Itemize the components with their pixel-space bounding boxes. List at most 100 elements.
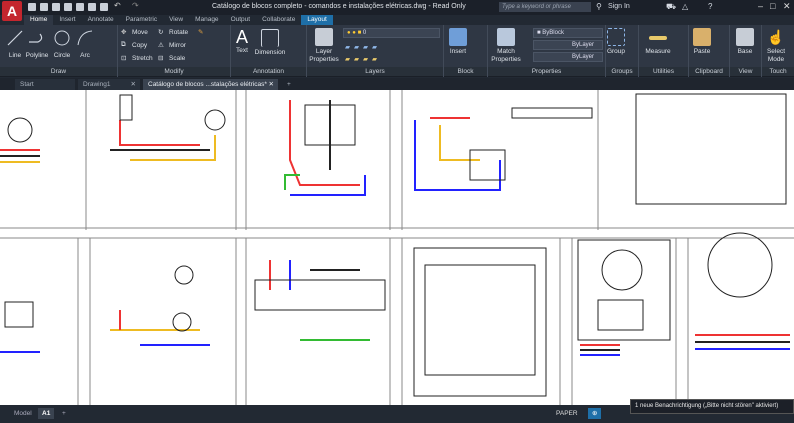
- block-panel-label[interactable]: Block: [444, 67, 487, 76]
- drawing-canvas[interactable]: [0, 90, 794, 405]
- open-icon[interactable]: [40, 3, 48, 11]
- doc-tab-start[interactable]: Start: [15, 79, 75, 90]
- autodesk-icon[interactable]: △: [682, 2, 688, 11]
- groups-panel: Group Groups: [606, 25, 639, 77]
- maximize-button[interactable]: □: [770, 1, 775, 11]
- help-icon[interactable]: ?: [708, 2, 712, 11]
- view-panel-label[interactable]: View: [730, 67, 761, 76]
- touch-panel-label[interactable]: Touch: [762, 67, 794, 76]
- dimension-button[interactable]: Dimension: [253, 29, 287, 57]
- new-icon[interactable]: [28, 3, 36, 11]
- layers-panel-label[interactable]: Layers: [307, 67, 443, 76]
- share-icon[interactable]: [76, 3, 84, 11]
- measure-button[interactable]: Measure: [643, 28, 673, 56]
- layer-properties-button[interactable]: Layer Properties: [309, 28, 339, 64]
- tab-collaborate[interactable]: Collaborate: [256, 15, 301, 25]
- ribbon-tabs: Home Insert Annotate Parametric View Man…: [24, 15, 333, 25]
- doc-tab-label: Catálogo de blocos ...stalações elétrica…: [148, 81, 267, 88]
- cart-icon[interactable]: ⛟: [666, 2, 676, 12]
- scale-button[interactable]: ⊟Scale: [158, 54, 185, 63]
- layer-tools-icons-2[interactable]: ▰▰▰▰: [345, 55, 381, 63]
- dimension-icon: [261, 29, 279, 47]
- clipboard-panel: Paste Clipboard: [689, 25, 730, 77]
- doc-tab-catalogo[interactable]: Catálogo de blocos ...stalações elétrica…: [143, 79, 278, 90]
- minimize-button[interactable]: –: [758, 1, 763, 11]
- move-button[interactable]: ✥Move: [121, 28, 148, 37]
- snap-toggle-icon[interactable]: ⊕: [588, 408, 601, 419]
- window-title: Catálogo de blocos completo - comandos e…: [212, 3, 466, 10]
- plot-icon[interactable]: [88, 3, 96, 11]
- group-icon: [607, 28, 625, 46]
- base-view-icon: [736, 28, 754, 46]
- layer-tools-icons[interactable]: ▰▰▰▰: [345, 43, 381, 51]
- utilities-panel-label[interactable]: Utilities: [639, 67, 688, 76]
- add-layout-button[interactable]: +: [58, 408, 70, 419]
- block-panel: Insert Block: [444, 25, 488, 77]
- new-tab-button[interactable]: +: [282, 79, 296, 90]
- arc-button[interactable]: Arc: [76, 29, 94, 60]
- modify-panel-label[interactable]: Modify: [118, 67, 230, 76]
- print-icon[interactable]: [100, 3, 108, 11]
- match-properties-icon: [497, 28, 515, 46]
- utilities-panel: Measure Utilities: [639, 25, 689, 77]
- layout-tab-model[interactable]: Model: [10, 408, 36, 419]
- binoculars-icon[interactable]: ⚲: [596, 2, 602, 11]
- tab-annotate[interactable]: Annotate: [82, 15, 120, 25]
- tab-manage[interactable]: Manage: [189, 15, 225, 25]
- tab-insert[interactable]: Insert: [53, 15, 81, 25]
- group-button[interactable]: Group: [606, 28, 626, 56]
- touch-panel: ☝Select Mode Touch: [762, 25, 794, 77]
- tab-layout[interactable]: Layout: [301, 15, 333, 25]
- select-mode-button[interactable]: ☝Select Mode: [763, 28, 789, 64]
- sign-in-button[interactable]: Sign In: [608, 3, 630, 10]
- erase-icon[interactable]: ✎: [198, 28, 203, 36]
- paper-space-toggle[interactable]: PAPER: [552, 408, 582, 419]
- autocad-logo-button[interactable]: A: [2, 1, 22, 21]
- annotation-panel-label[interactable]: Annotation: [231, 67, 306, 76]
- undo-icon[interactable]: ↶: [114, 1, 122, 9]
- notification-toast[interactable]: 1 neue Benachrichtigung („Bitte nicht st…: [630, 399, 794, 414]
- tab-parametric[interactable]: Parametric: [120, 15, 163, 25]
- paste-button[interactable]: Paste: [692, 28, 712, 56]
- close-tab-icon[interactable]: ✕: [269, 79, 274, 90]
- copy-button[interactable]: ⧉Copy: [121, 41, 147, 50]
- circle-button[interactable]: Circle: [52, 29, 72, 60]
- save-icon[interactable]: [52, 3, 60, 11]
- match-properties-button[interactable]: Match Properties: [490, 28, 522, 64]
- mirror-button[interactable]: ⚠Mirror: [158, 41, 186, 50]
- stretch-icon: ⊡: [121, 54, 130, 63]
- save-as-icon[interactable]: [64, 3, 72, 11]
- tab-view[interactable]: View: [163, 15, 189, 25]
- clipboard-panel-label[interactable]: Clipboard: [689, 67, 729, 76]
- text-button[interactable]: AText: [233, 27, 251, 55]
- groups-panel-label[interactable]: Groups: [606, 67, 638, 76]
- clipboard-icon: [693, 28, 711, 46]
- rotate-button[interactable]: ↻Rotate: [158, 28, 188, 37]
- close-button[interactable]: ✕: [783, 1, 791, 12]
- tab-output[interactable]: Output: [225, 15, 257, 25]
- base-view-button[interactable]: Base: [735, 28, 755, 56]
- move-icon: ✥: [121, 28, 130, 37]
- polyline-button[interactable]: Polyline: [24, 29, 50, 60]
- properties-panel-label[interactable]: Properties: [488, 67, 605, 76]
- search-input[interactable]: Type a keyword or phrase: [499, 2, 591, 12]
- close-tab-icon[interactable]: ✕: [131, 79, 136, 90]
- annotation-panel: AText Dimension Annotation: [231, 25, 307, 77]
- ruler-icon: [649, 36, 667, 40]
- layout-drawing: [0, 90, 794, 405]
- layout-tab-a1[interactable]: A1: [38, 408, 54, 419]
- copy-icon: ⧉: [121, 41, 130, 50]
- stretch-button[interactable]: ⊡Stretch: [121, 54, 153, 63]
- redo-icon[interactable]: ↷: [132, 1, 140, 9]
- draw-panel-label[interactable]: Draw: [0, 67, 117, 76]
- lineweight-dropdown[interactable]: ByLayer: [533, 52, 603, 62]
- insert-button[interactable]: Insert: [447, 28, 469, 56]
- color-dropdown[interactable]: ■ ByBlock: [533, 28, 603, 38]
- linetype-dropdown[interactable]: ByLayer: [533, 40, 603, 50]
- layer-dropdown[interactable]: ● ● ■ 0: [343, 28, 440, 38]
- line-button[interactable]: Line: [5, 29, 25, 60]
- layer-stack-icon: [315, 28, 333, 46]
- doc-tab-drawing1[interactable]: Drawing1✕: [78, 79, 140, 90]
- tab-home[interactable]: Home: [24, 15, 53, 25]
- document-tabs: Start Drawing1✕ Catálogo de blocos ...st…: [0, 78, 794, 90]
